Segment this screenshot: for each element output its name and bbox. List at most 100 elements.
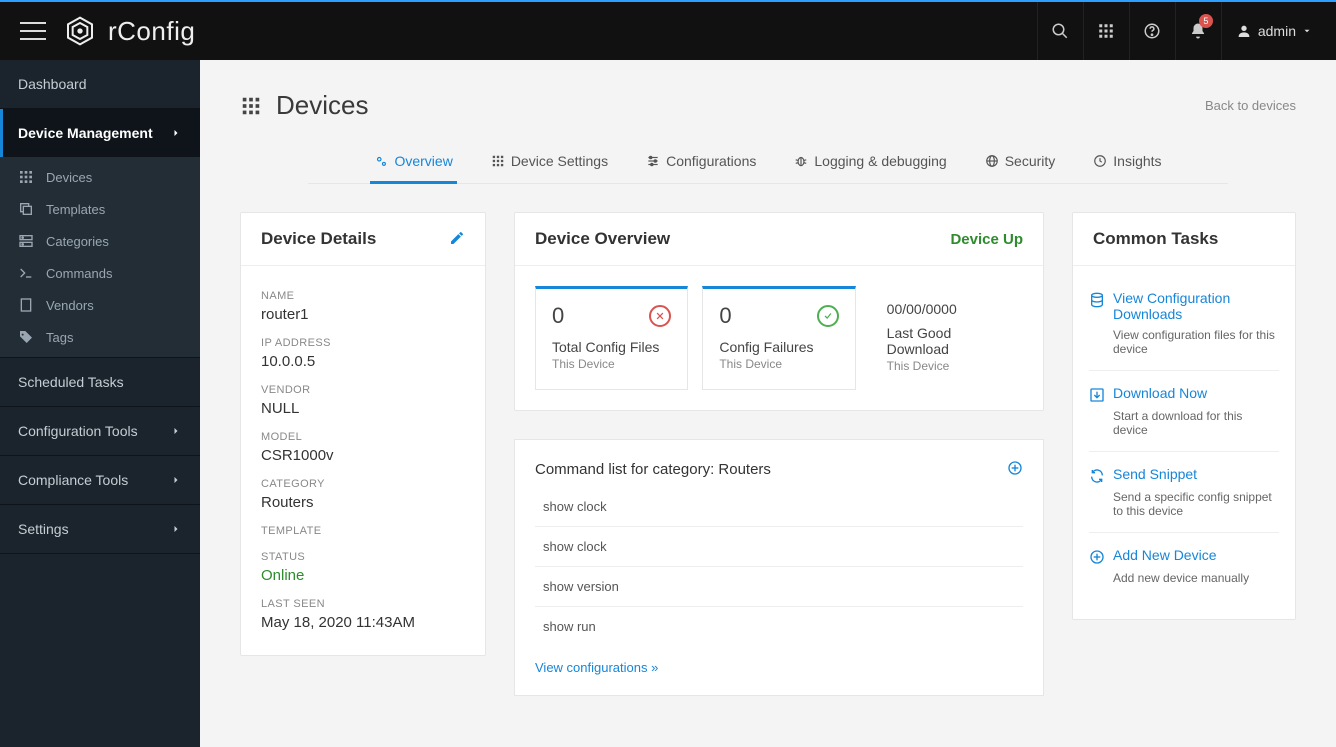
card-title: Command list for category: Routers [535,461,771,478]
bug-icon [794,154,808,168]
search-button[interactable] [1037,2,1083,60]
globe-icon [985,154,999,168]
task-title: View Configuration Downloads [1113,290,1279,322]
task-item: Add New Device Add new device manually [1089,533,1279,599]
page-title-text: Devices [276,90,368,121]
sidebar-item-scheduled-tasks[interactable]: Scheduled Tasks [0,358,200,406]
tab-logging-debugging[interactable]: Logging & debugging [790,143,950,184]
detail-label: MODEL [261,431,465,443]
detail-value-model: CSR1000v [261,447,465,464]
task-title: Send Snippet [1113,466,1197,482]
chevron-right-icon [170,127,182,139]
stat-value: 0 [552,303,564,329]
pencil-icon [449,230,465,246]
tab-label: Security [1005,153,1056,169]
card-title: Device Overview [535,229,670,249]
detail-value-status: Online [261,567,465,584]
stat-date: 00/00/0000 [887,301,1006,317]
back-to-devices-link[interactable]: Back to devices [1205,98,1296,113]
tag-icon [18,329,34,345]
device-details-card: Device Details NAME router1 IP ADDRESS 10.… [240,212,486,656]
stat-subtitle: This Device [887,359,1006,373]
copy-icon [18,201,34,217]
tab-label: Device Settings [511,153,608,169]
grid-icon [240,95,262,117]
tab-device-settings[interactable]: Device Settings [487,143,612,184]
stat-value: 0 [719,303,731,329]
command-item[interactable]: show clock [535,527,1023,567]
stat-title: Last Good Download [887,325,1006,357]
plus-circle-icon [1007,460,1023,476]
detail-value-category: Routers [261,494,465,511]
task-download-now[interactable]: Download Now [1089,385,1279,403]
user-menu[interactable]: admin [1221,2,1326,60]
sidebar-item-label: Dashboard [18,76,87,92]
task-view-config-downloads[interactable]: View Configuration Downloads [1089,290,1279,322]
sidebar-subitem-devices[interactable]: Devices [0,161,200,193]
command-item[interactable]: show run [535,607,1023,646]
stat-subtitle: This Device [552,357,671,371]
apps-button[interactable] [1083,2,1129,60]
sidebar-subitem-tags[interactable]: Tags [0,321,200,353]
command-item[interactable]: show clock [535,487,1023,527]
stat-last-good-download: 00/00/0000 Last Good Download This Devic… [870,286,1023,390]
menu-toggle[interactable] [20,22,46,40]
command-item[interactable]: show version [535,567,1023,607]
sidebar-item-label: Categories [46,234,109,249]
sidebar-subitem-templates[interactable]: Templates [0,193,200,225]
sidebar-subitem-commands[interactable]: Commands [0,257,200,289]
detail-value-ip: 10.0.0.5 [261,353,465,370]
stat-total-config-files: 0 Total Config Files This Device [535,286,688,390]
detail-label: TEMPLATE [261,525,465,537]
sidebar-item-label: Compliance Tools [18,472,128,488]
clock-icon [1093,154,1107,168]
sidebar-item-label: Device Management [18,125,153,141]
stat-subtitle: This Device [719,357,838,371]
edit-device-button[interactable] [449,230,465,249]
sidebar-subitem-vendors[interactable]: Vendors [0,289,200,321]
detail-value-last-seen: May 18, 2020 11:43AM [261,614,465,631]
stat-title: Config Failures [719,339,838,355]
sidebar-item-settings[interactable]: Settings [0,505,200,553]
sidebar-item-label: Scheduled Tasks [18,374,124,390]
detail-label: VENDOR [261,384,465,396]
detail-label: IP ADDRESS [261,337,465,349]
check-icon [817,305,839,327]
detail-value-name: router1 [261,306,465,323]
detail-label: NAME [261,290,465,302]
help-button[interactable] [1129,2,1175,60]
tab-overview[interactable]: Overview [370,143,456,184]
card-title: Common Tasks [1093,229,1218,249]
sidebar-item-device-management[interactable]: Device Management [0,109,200,157]
sidebar-item-label: Templates [46,202,105,217]
sliders-icon [646,154,660,168]
sidebar: Dashboard Device Management Devices Temp… [0,60,200,747]
task-description: Start a download for this device [1113,409,1279,437]
notifications-button[interactable]: 5 [1175,2,1221,60]
tab-insights[interactable]: Insights [1089,143,1165,184]
sidebar-subitem-categories[interactable]: Categories [0,225,200,257]
grid-icon [18,169,34,185]
notifications-count: 5 [1199,14,1213,28]
sidebar-item-label: Settings [18,521,69,537]
plus-circle-icon [1089,549,1105,565]
chevron-right-icon [170,474,182,486]
tabs: Overview Device Settings Configurations … [308,143,1228,184]
gears-icon [374,154,388,168]
task-item: View Configuration Downloads View config… [1089,276,1279,371]
task-title: Add New Device [1113,547,1217,563]
task-send-snippet[interactable]: Send Snippet [1089,466,1279,484]
sidebar-item-dashboard[interactable]: Dashboard [0,60,200,108]
card-title: Device Details [261,229,376,249]
add-command-button[interactable] [1007,460,1023,479]
sidebar-submenu: Devices Templates Categories Commands Ve… [0,157,200,357]
sidebar-item-compliance-tools[interactable]: Compliance Tools [0,456,200,504]
view-configurations-link[interactable]: View configurations » [535,660,658,675]
sidebar-item-configuration-tools[interactable]: Configuration Tools [0,407,200,455]
task-add-new-device[interactable]: Add New Device [1089,547,1279,565]
tab-security[interactable]: Security [981,143,1060,184]
tab-configurations[interactable]: Configurations [642,143,760,184]
common-tasks-card: Common Tasks View Configuration Download… [1072,212,1296,620]
tab-label: Logging & debugging [814,153,946,169]
brand-logo-icon [64,15,96,47]
